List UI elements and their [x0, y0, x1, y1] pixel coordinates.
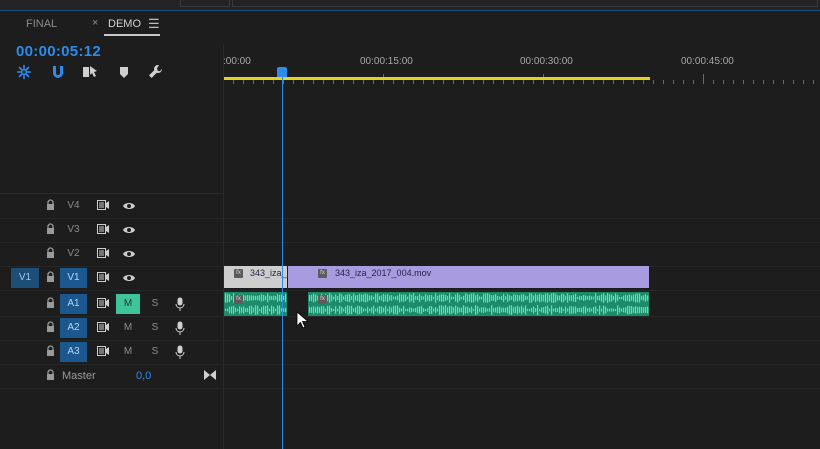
fx-badge: fx [318, 269, 327, 278]
track-header: V4 [0, 194, 223, 218]
lock-icon[interactable] [46, 297, 55, 309]
track-header: A3 M S [0, 340, 223, 364]
tab-final[interactable]: FINAL [26, 18, 57, 30]
track-target-v4[interactable]: V4 [60, 196, 87, 216]
sync-lock-icon[interactable] [97, 200, 110, 210]
track-row-v3: V3 [0, 218, 820, 243]
playhead-line [282, 77, 283, 449]
lock-icon[interactable] [46, 223, 55, 235]
top-strip [0, 0, 820, 11]
track-target-v3[interactable]: V3 [60, 220, 87, 240]
audio-waveform [309, 293, 649, 315]
mute-button[interactable]: M [116, 318, 140, 338]
linked-selection-icon[interactable] [82, 64, 98, 80]
video-clip[interactable]: fx 343_iza_2017_004.mov [288, 266, 649, 288]
track-row-a3: A3 M S [0, 340, 820, 365]
audio-clip[interactable]: fx [308, 292, 649, 316]
track-row-master: Master 0,0 [0, 364, 820, 389]
eye-icon[interactable] [122, 201, 136, 211]
video-clip[interactable]: fx 343_iza_2 [224, 266, 292, 288]
solo-button[interactable]: S [148, 318, 162, 338]
audio-clip[interactable]: fx [224, 292, 287, 316]
tab-menu-icon[interactable]: ☰ [148, 16, 160, 32]
ruler-label: 00:00:45:00 [681, 56, 734, 67]
ruler-label: 00:00:30:00 [520, 56, 573, 67]
eye-icon[interactable] [122, 225, 136, 235]
microphone-icon[interactable] [175, 345, 185, 359]
eye-icon[interactable] [122, 273, 136, 283]
mute-button[interactable]: M [116, 294, 140, 314]
solo-button[interactable]: S [148, 342, 162, 362]
track-header: V1 V1 [0, 266, 223, 290]
sync-lock-icon[interactable] [97, 272, 110, 282]
track-header: A1 M S [0, 292, 223, 316]
ruler-label: 00:00:15:00 [360, 56, 413, 67]
active-tab-underline [104, 34, 160, 36]
playhead-timecode[interactable]: 00:00:05:12 [16, 43, 101, 60]
playhead-handle[interactable] [277, 67, 287, 77]
microphone-icon[interactable] [175, 297, 185, 311]
fx-badge: fx [234, 295, 243, 304]
clip-name: 343_iza_2 [250, 268, 292, 278]
track-row-v4: V4 [0, 194, 820, 219]
work-area-bar[interactable] [224, 77, 650, 80]
collapse-tracks-icon[interactable] [204, 370, 216, 380]
eye-icon[interactable] [122, 249, 136, 259]
track-target-v2[interactable]: V2 [60, 244, 87, 264]
lock-icon[interactable] [46, 271, 55, 283]
ruler-label: :00:00 [223, 56, 251, 67]
track-header: V2 [0, 242, 223, 266]
track-header: V3 [0, 218, 223, 242]
track-target-v1[interactable]: V1 [60, 268, 87, 288]
track-header: Master 0,0 [0, 364, 223, 388]
track-target-a3[interactable]: A3 [60, 342, 87, 362]
tab-close-icon[interactable]: × [92, 17, 98, 29]
lock-icon[interactable] [46, 369, 55, 381]
track-row-v2: V2 [0, 242, 820, 267]
master-volume-value[interactable]: 0,0 [136, 370, 151, 382]
track-header: A2 M S [0, 316, 223, 340]
sync-lock-icon[interactable] [97, 224, 110, 234]
lock-icon[interactable] [46, 247, 55, 259]
microphone-icon[interactable] [175, 321, 185, 335]
track-target-a1[interactable]: A1 [60, 294, 87, 314]
lock-icon[interactable] [46, 199, 55, 211]
clip-name: 343_iza_2017_004.mov [335, 268, 432, 278]
magnet-snap-icon[interactable] [50, 64, 66, 80]
mouse-cursor-icon [296, 311, 308, 329]
fx-badge: fx [318, 295, 327, 304]
sync-lock-icon[interactable] [97, 322, 110, 332]
solo-button[interactable]: S [148, 294, 162, 314]
lock-icon[interactable] [46, 345, 55, 357]
sequence-tabs: FINAL × DEMO ☰ [0, 12, 820, 38]
lock-icon[interactable] [46, 321, 55, 333]
master-track-label: Master [62, 370, 96, 382]
fx-badge: fx [234, 269, 243, 278]
wrench-icon[interactable] [148, 64, 164, 80]
sync-lock-icon[interactable] [97, 298, 110, 308]
mute-button[interactable]: M [116, 342, 140, 362]
track-target-a2[interactable]: A2 [60, 318, 87, 338]
source-patch-v1[interactable]: V1 [11, 268, 39, 288]
sync-lock-icon[interactable] [97, 346, 110, 356]
snap-nested-icon[interactable] [16, 64, 32, 80]
track-row-a2: A2 M S [0, 316, 820, 341]
tab-demo[interactable]: DEMO [108, 18, 141, 30]
sync-lock-icon[interactable] [97, 248, 110, 258]
add-marker-icon[interactable] [116, 64, 132, 80]
